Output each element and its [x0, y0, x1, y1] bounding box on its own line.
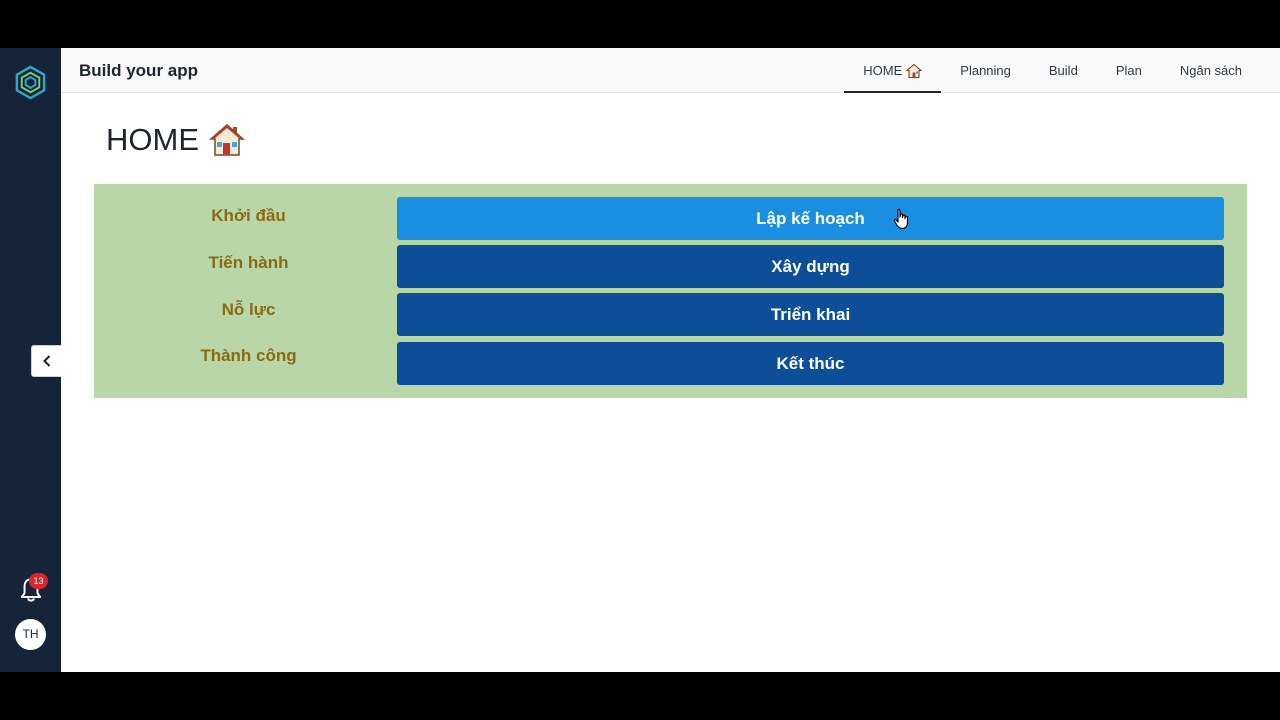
app-window: 13 TH Build your app HOME Planning Build	[0, 48, 1280, 672]
step-label: Khởi đầu	[211, 206, 286, 225]
tab-plan[interactable]: Plan	[1097, 48, 1161, 93]
sidebar-toggle-button[interactable]	[31, 345, 61, 377]
tab-label: HOME	[863, 63, 903, 78]
notification-badge: 13	[29, 573, 48, 589]
house-icon	[906, 63, 923, 78]
tab-home[interactable]: HOME	[844, 48, 942, 93]
hexagon-logo-icon[interactable]	[13, 65, 48, 100]
trien-khai-button[interactable]: Triển khai	[397, 293, 1224, 336]
xay-dung-button[interactable]: Xây dựng	[397, 245, 1224, 288]
step-label: Nỗ lực	[221, 300, 276, 319]
step-label: Tiến hành	[208, 253, 289, 272]
chevron-left-icon	[42, 355, 50, 367]
tab-label: Planning	[960, 63, 1011, 78]
avatar[interactable]: TH	[15, 619, 46, 650]
tab-build[interactable]: Build	[1030, 48, 1097, 93]
step-label: Thành công	[200, 346, 297, 365]
tab-label: Build	[1048, 63, 1078, 78]
hand-cursor-icon	[893, 208, 909, 230]
tab-label: Plan	[1115, 63, 1142, 78]
tab-ngan-sach[interactable]: Ngân sách	[1161, 48, 1261, 93]
house-icon	[209, 124, 245, 156]
tab-label: Ngân sách	[1179, 63, 1242, 78]
tab-planning[interactable]: Planning	[941, 48, 1030, 93]
page-title-text: HOME	[106, 122, 199, 157]
lap-ke-hoach-button[interactable]: Lập kế hoạch	[397, 197, 1224, 240]
top-bar: Build your app HOME Planning Build Plan …	[61, 48, 1280, 93]
app-title: Build your app	[79, 61, 198, 80]
page-title: HOME	[106, 122, 245, 158]
ket-thuc-button[interactable]: Kết thúc	[397, 342, 1224, 385]
nav-tabs: HOME Planning Build Plan Ngân sách	[844, 48, 1261, 93]
steps-panel: Khởi đầu Lập kế hoạch Tiến hành Xây dựng…	[94, 184, 1247, 398]
